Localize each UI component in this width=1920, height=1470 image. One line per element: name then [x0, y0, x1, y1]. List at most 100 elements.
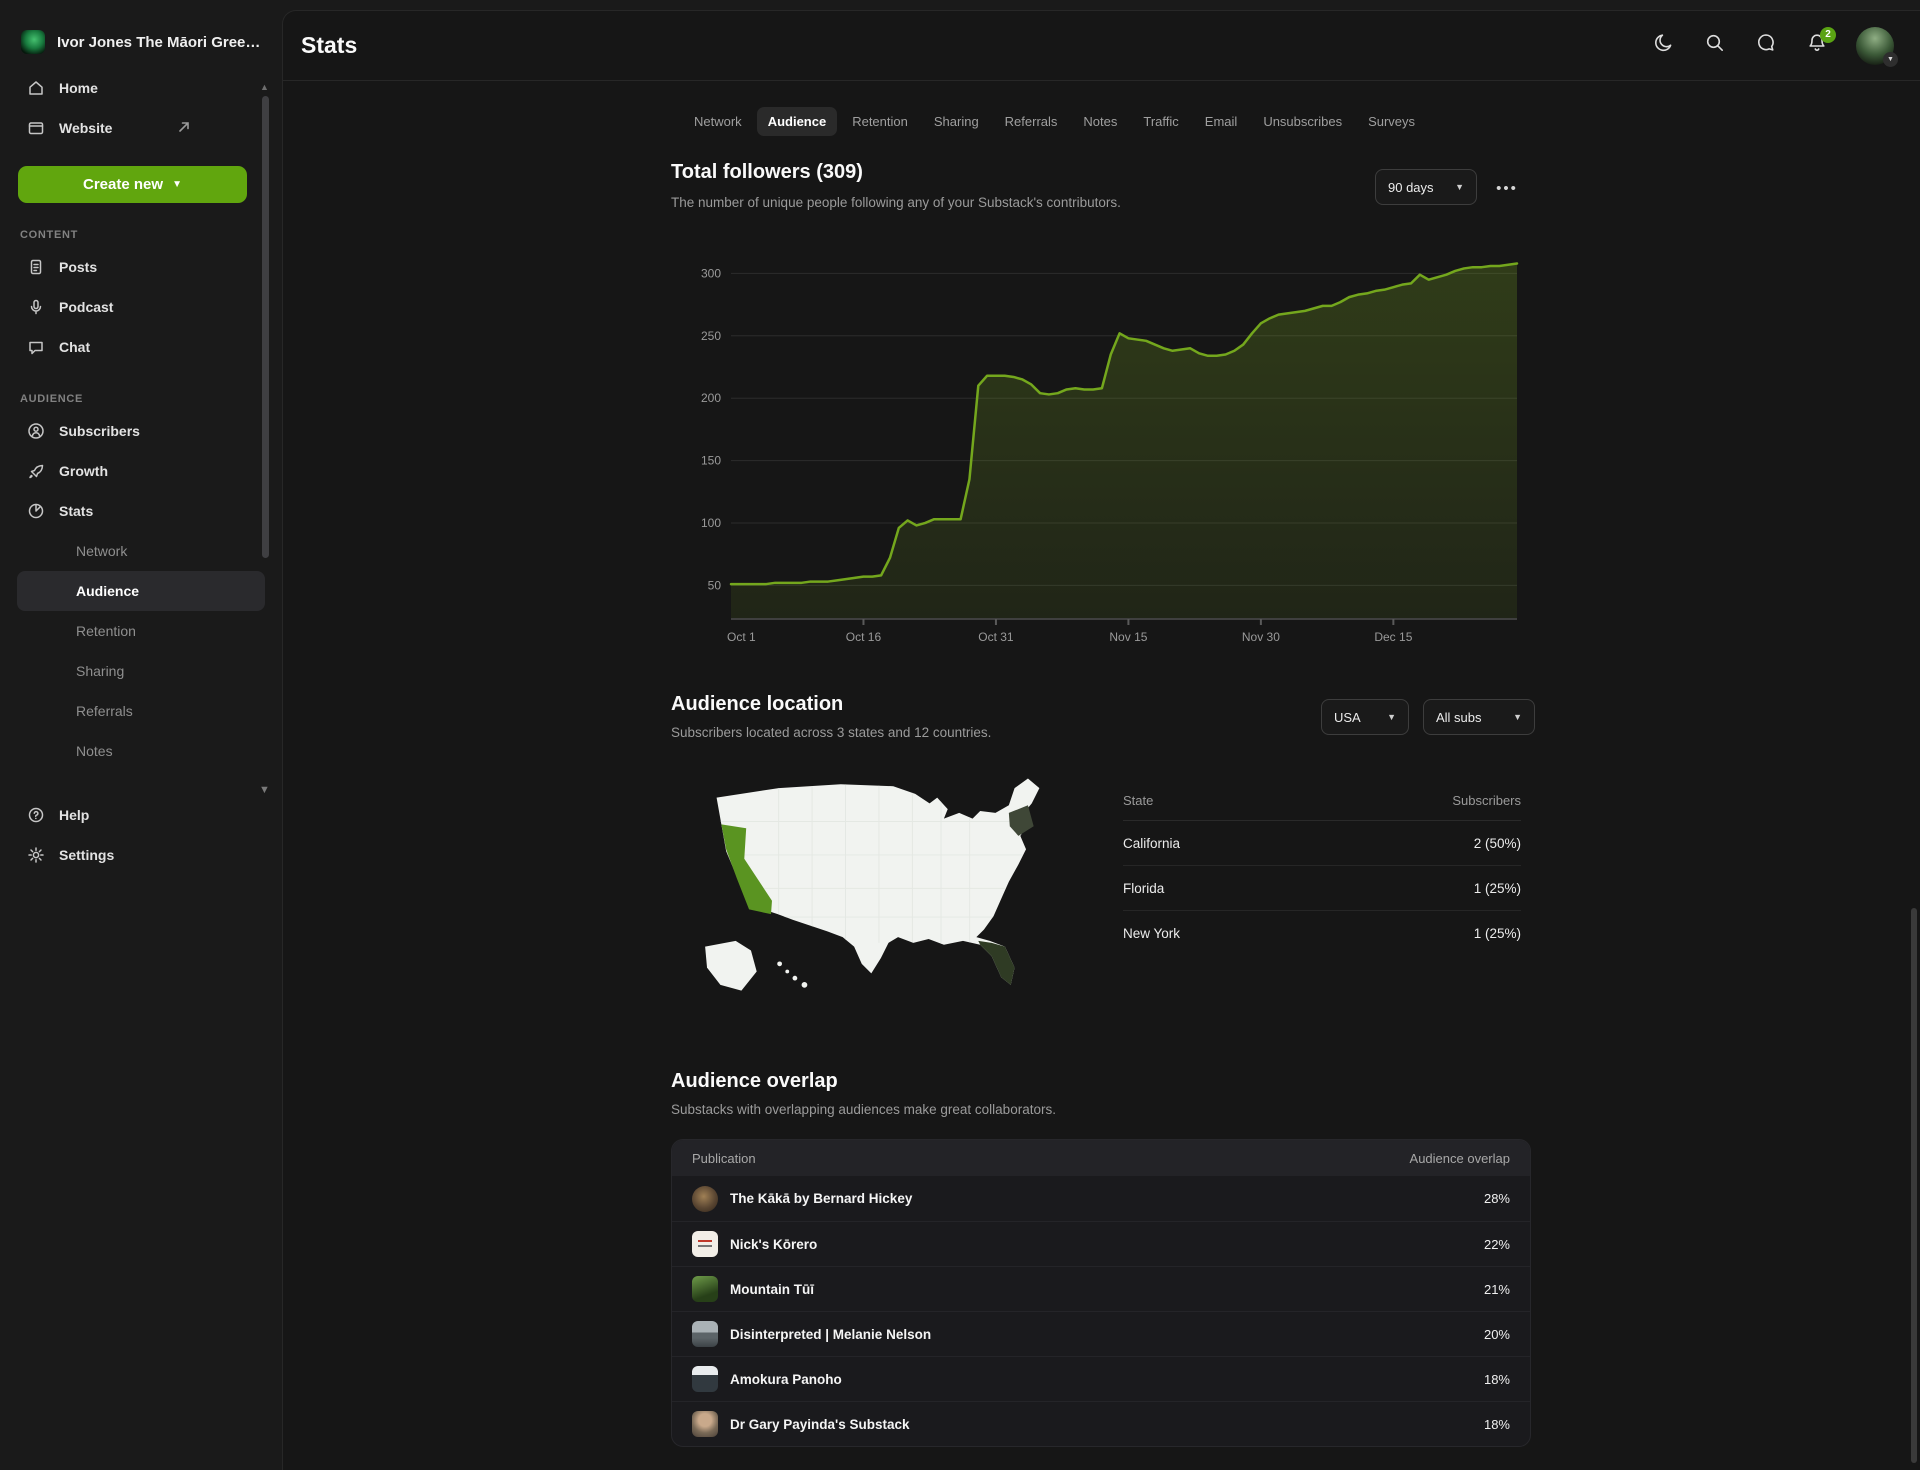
sidebar-item-subscribers[interactable]: Subscribers	[0, 411, 282, 451]
states-table: State Subscribers California 2 (50%) Flori…	[1123, 781, 1521, 956]
publication-row[interactable]: The Kākā by Bernard Hickey 28%	[672, 1176, 1530, 1221]
overlap-column-header: Audience overlap	[1409, 1150, 1510, 1166]
sidebar-item-label: Podcast	[59, 299, 114, 315]
sidebar: Ivor Jones The Māori Gree… Home Website …	[0, 0, 282, 1470]
sidebar-scroll-up-arrow[interactable]: ▲	[260, 82, 269, 92]
alaska-shape	[705, 940, 757, 991]
tab-traffic[interactable]: Traffic	[1132, 107, 1189, 136]
chevron-down-icon: ▼	[1513, 712, 1522, 722]
sidebar-subitem-referrals[interactable]: Referrals	[17, 691, 265, 731]
tab-sharing[interactable]: Sharing	[923, 107, 990, 136]
sidebar-subitem-retention[interactable]: Retention	[17, 611, 265, 651]
date-range-value: 90 days	[1388, 179, 1434, 195]
subscriber-filter-select[interactable]: All subs ▼	[1423, 699, 1535, 735]
sidebar-item-podcast[interactable]: Podcast	[0, 287, 282, 327]
chevron-down-icon: ▼	[1455, 182, 1464, 192]
svg-text:150: 150	[701, 454, 721, 468]
publication-avatar	[692, 1411, 718, 1437]
state-subscriber-count: 1 (25%)	[1473, 926, 1521, 941]
publication-row[interactable]: Nick's Kōrero 22%	[672, 1221, 1530, 1266]
overlap-percentage: 20%	[1483, 1326, 1510, 1342]
sidebar-item-home[interactable]: Home	[0, 68, 282, 108]
sidebar-subitem-network[interactable]: Network	[17, 531, 265, 571]
browser-window-icon	[27, 119, 45, 137]
publication-name: Disinterpreted | Melanie Nelson	[730, 1326, 932, 1342]
publication-name: Amokura Panoho	[730, 1371, 842, 1387]
publication-name: Dr Gary Payinda's Substack	[730, 1416, 910, 1432]
overlap-title: Audience overlap	[671, 1070, 838, 1092]
overlap-percentage: 22%	[1483, 1236, 1510, 1252]
state-column-header: State	[1123, 793, 1154, 808]
create-new-button[interactable]: Create new ▼	[18, 166, 247, 203]
state-name: Florida	[1123, 880, 1165, 896]
stats-tabs: Network Audience Retention Sharing Referrals…	[683, 107, 1426, 136]
country-value: USA	[1334, 709, 1361, 725]
overlap-percentage: 18%	[1483, 1371, 1510, 1387]
chat-bubble-icon	[27, 338, 45, 356]
state-name: California	[1123, 835, 1181, 851]
page-scrollbar[interactable]	[1911, 908, 1917, 1463]
search-button[interactable]	[1703, 34, 1727, 58]
publication-row[interactable]: Amokura Panoho 18%	[672, 1356, 1530, 1401]
svg-text:250: 250	[701, 329, 721, 343]
svg-text:200: 200	[701, 391, 721, 405]
sidebar-subitem-notes[interactable]: Notes	[17, 731, 265, 771]
sidebar-item-website[interactable]: Website	[0, 108, 282, 148]
publication-avatar	[692, 1276, 718, 1302]
sidebar-item-posts[interactable]: Posts	[0, 247, 282, 287]
publication-avatar	[692, 1231, 718, 1257]
country-select[interactable]: USA ▼	[1321, 699, 1409, 735]
search-icon	[1704, 32, 1726, 59]
tab-audience[interactable]: Audience	[756, 107, 838, 136]
more-options-button[interactable]: •••	[1485, 173, 1529, 203]
sidebar-item-chat[interactable]: Chat	[0, 327, 282, 367]
sidebar-item-settings[interactable]: Settings	[0, 835, 282, 875]
sidebar-item-label: Home	[59, 80, 98, 96]
tab-unsubscribes[interactable]: Unsubscribes	[1252, 107, 1353, 136]
florida-state[interactable]	[978, 940, 1015, 985]
state-subscriber-count: 2 (50%)	[1473, 835, 1521, 851]
tab-email[interactable]: Email	[1194, 107, 1249, 136]
sidebar-subitem-sharing[interactable]: Sharing	[17, 651, 265, 691]
svg-text:Oct 31: Oct 31	[978, 630, 1014, 644]
tab-referrals[interactable]: Referrals	[994, 107, 1069, 136]
publication-row[interactable]: Disinterpreted | Melanie Nelson 20%	[672, 1311, 1530, 1356]
document-icon	[27, 258, 45, 276]
sidebar-item-label: Subscribers	[59, 423, 140, 439]
sidebar-section-audience: AUDIENCE	[20, 393, 84, 405]
top-actions: 2 ▼	[1652, 26, 1898, 67]
sidebar-item-help[interactable]: Help	[0, 795, 282, 835]
sidebar-item-label: Help	[59, 807, 90, 823]
followers-subtitle: The number of unique people following an…	[671, 195, 1121, 210]
sidebar-item-stats[interactable]: Stats	[0, 491, 282, 531]
sidebar-scrollbar[interactable]	[262, 96, 269, 558]
tab-retention[interactable]: Retention	[841, 107, 919, 136]
sidebar-item-label: Chat	[59, 339, 91, 355]
svg-text:Oct 16: Oct 16	[846, 630, 882, 644]
publication-row[interactable]: Dr Gary Payinda's Substack 18%	[672, 1401, 1530, 1446]
messages-button[interactable]	[1754, 34, 1778, 58]
sidebar-item-growth[interactable]: Growth	[0, 451, 282, 491]
user-avatar[interactable]: ▼	[1856, 26, 1898, 67]
sidebar-subitem-audience[interactable]: Audience	[17, 571, 265, 611]
create-new-label: Create new	[83, 176, 164, 193]
sidebar-scroll-down-arrow[interactable]: ▼	[259, 784, 270, 796]
sidebar-item-label: Stats	[59, 503, 94, 519]
tab-notes[interactable]: Notes	[1072, 107, 1128, 136]
sidebar-item-label: Settings	[59, 847, 115, 863]
date-range-select[interactable]: 90 days ▼	[1375, 169, 1477, 205]
workspace-switcher[interactable]: Ivor Jones The Māori Gree…	[0, 0, 282, 68]
publication-name: Nick's Kōrero	[730, 1236, 818, 1252]
stats-subnav: Network Audience Retention Sharing Referrals…	[0, 531, 282, 771]
page-title: Stats	[301, 32, 358, 58]
notifications-button[interactable]: 2	[1805, 26, 1836, 58]
publication-row[interactable]: Mountain Tūī 21%	[672, 1266, 1530, 1311]
publication-avatar	[692, 1366, 718, 1392]
tab-surveys[interactable]: Surveys	[1357, 107, 1426, 136]
help-icon	[27, 806, 45, 824]
theme-toggle-button[interactable]	[1652, 34, 1676, 58]
tab-network[interactable]: Network	[683, 107, 753, 136]
followers-area-chart: 50 100 150 200 250 300 Oct 1 Oct 16 Oct 31 Nov 15…	[701, 262, 1519, 644]
overlap-percentage: 21%	[1483, 1281, 1510, 1297]
state-subscriber-count: 1 (25%)	[1473, 880, 1521, 896]
